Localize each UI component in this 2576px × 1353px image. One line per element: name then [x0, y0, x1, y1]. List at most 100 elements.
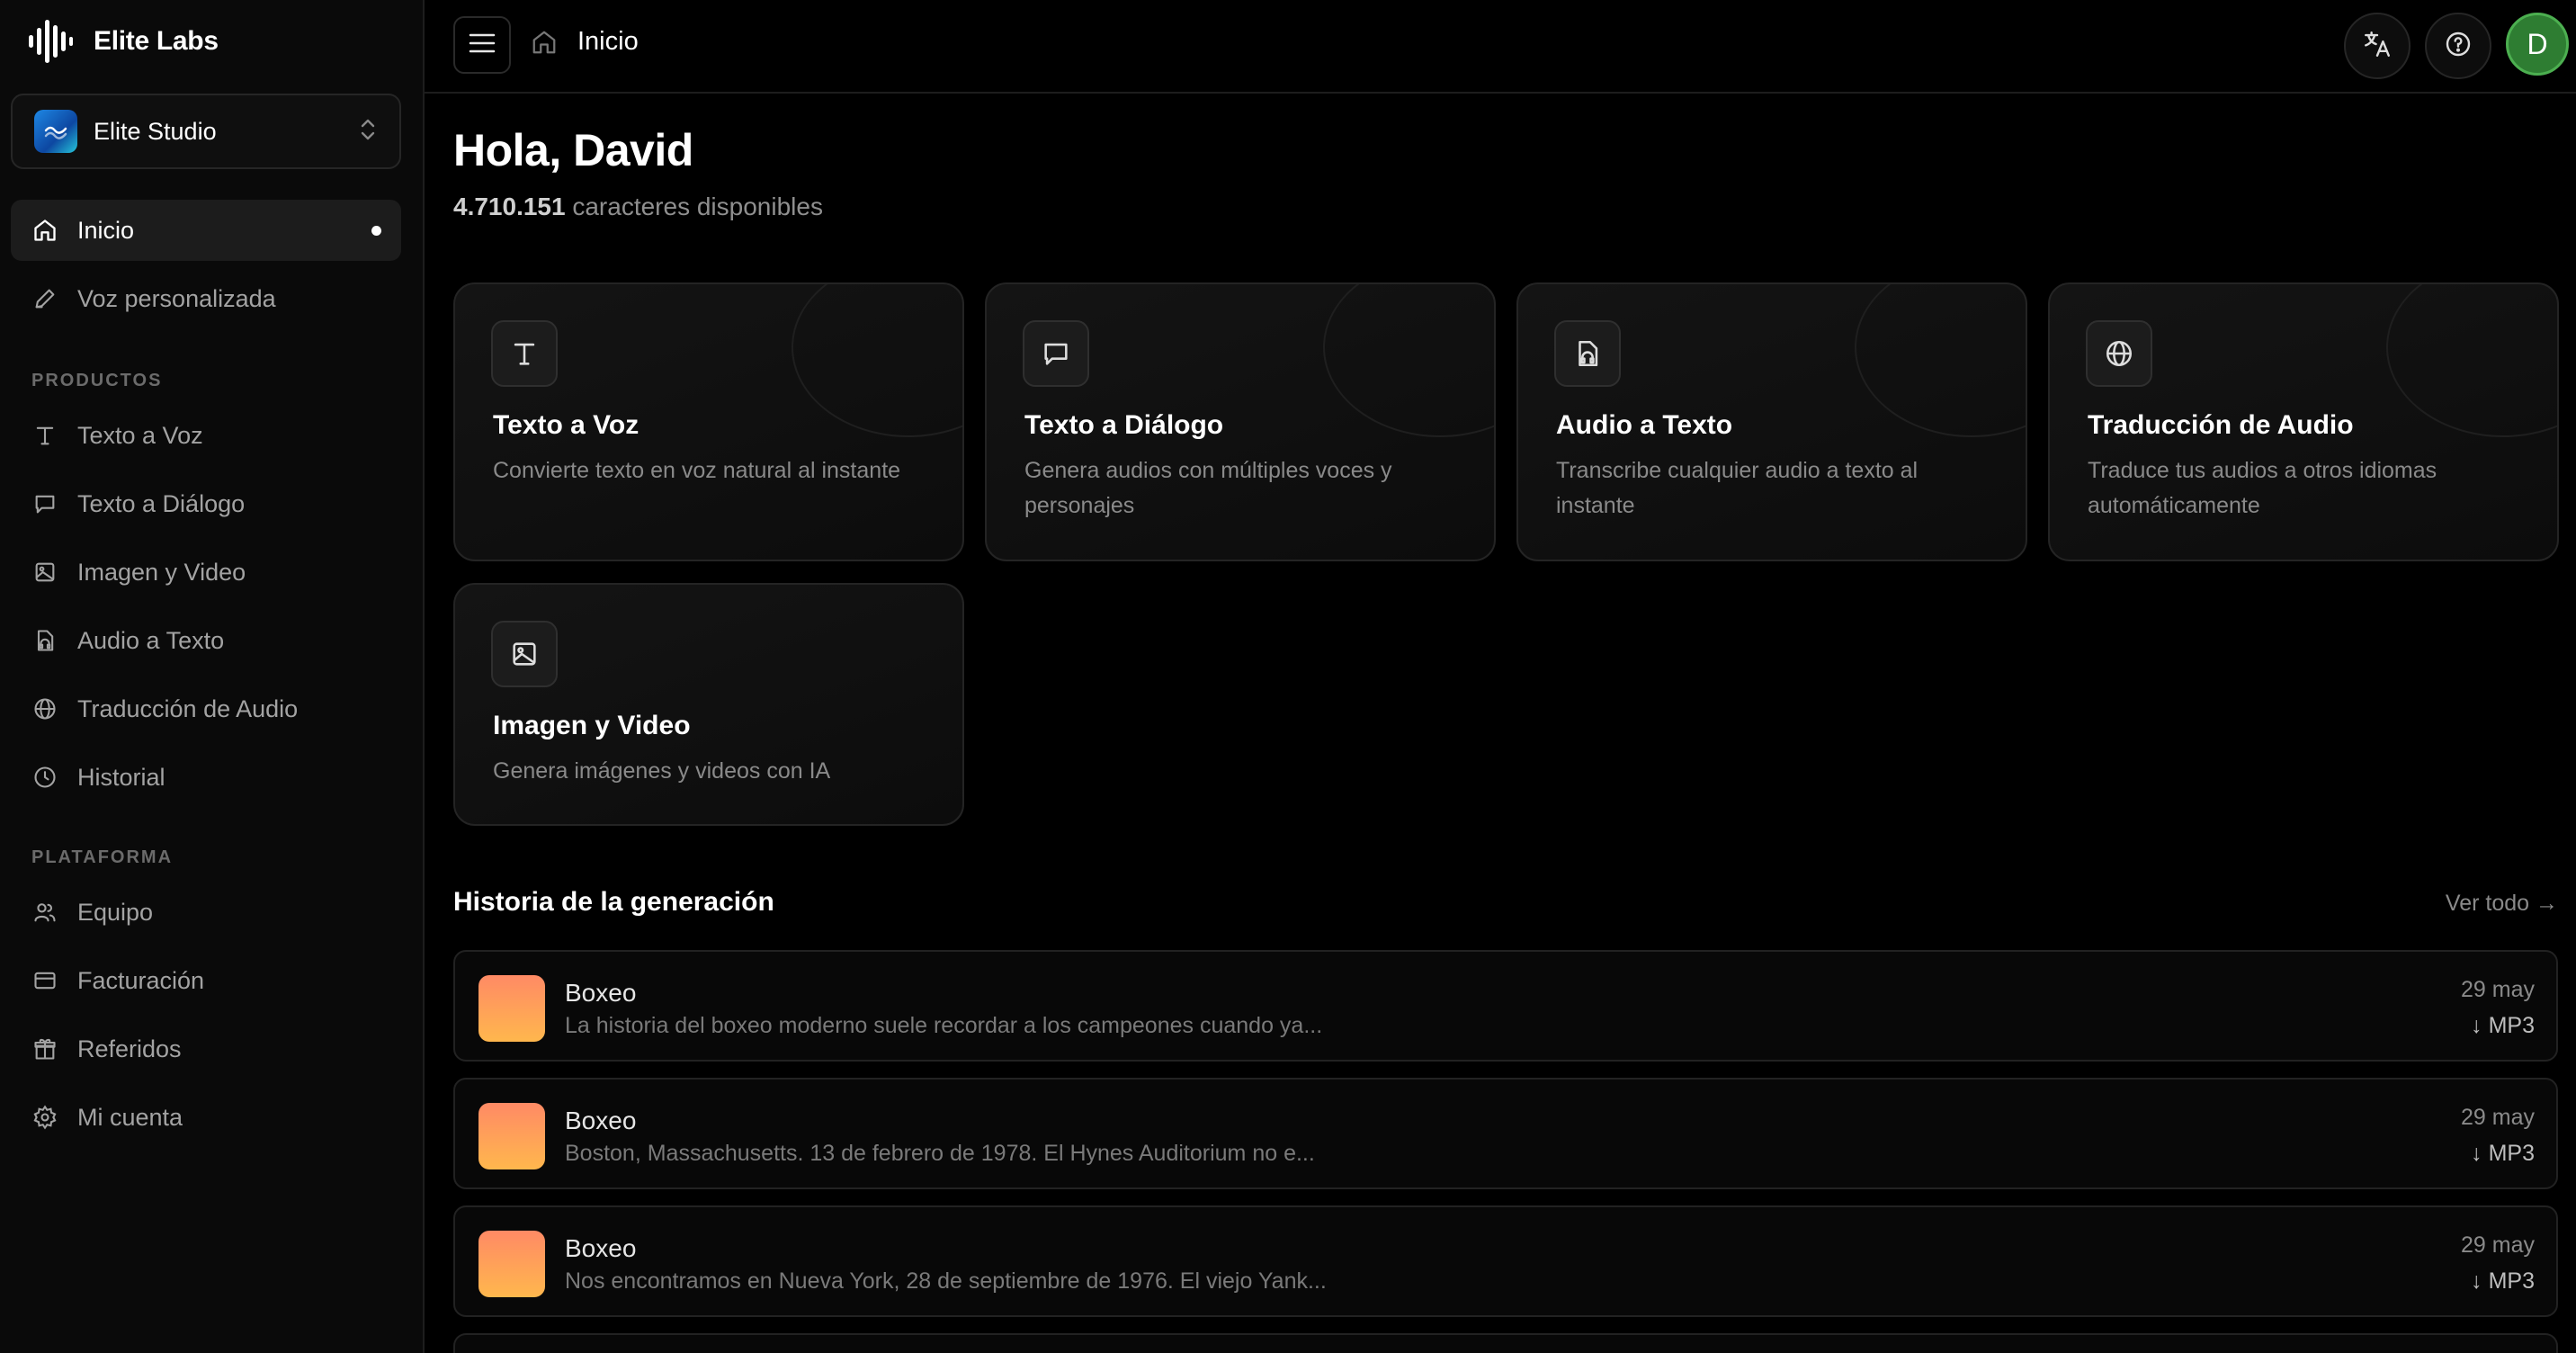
history-row[interactable]: Boxeo La historia del boxeo moderno suel…	[453, 950, 2558, 1062]
history-title: Historia de la generación	[453, 887, 774, 917]
history-row-excerpt: Boston, Massachusetts. 13 de febrero de …	[565, 1141, 1315, 1166]
sidebar-item-traduccion-de-audio[interactable]: Traducción de Audio	[11, 678, 401, 739]
hamburger-icon	[468, 31, 496, 59]
history-row-excerpt: La historia del boxeo moderno suele reco…	[565, 1013, 1323, 1038]
waveform-logo-icon	[25, 16, 76, 67]
brand[interactable]: Elite Labs	[25, 16, 219, 67]
history-row[interactable]: Boxeo Boston, Massachusetts. 13 de febre…	[453, 1078, 2558, 1189]
sidebar-item-voz-personalizada[interactable]: Voz personalizada	[11, 268, 401, 329]
download-mp3-button[interactable]: ↓ MP3	[2471, 1268, 2535, 1295]
card-description: Transcribe cualquier audio a texto al in…	[1556, 458, 1919, 518]
clock-icon	[31, 763, 59, 792]
card-title: Traducción de Audio	[2088, 410, 2354, 440]
card-description: Convierte texto en voz natural al instan…	[493, 458, 901, 483]
card-description: Traduce tus audios a otros idiomas autom…	[2088, 458, 2437, 518]
help-button[interactable]	[2425, 13, 2491, 79]
language-button[interactable]	[2344, 13, 2411, 79]
workspace-name: Elite Studio	[94, 117, 217, 145]
text-icon	[31, 421, 59, 450]
sidebar-item-label: Imagen y Video	[77, 558, 246, 586]
translate-icon	[2362, 29, 2393, 64]
card-decoration	[1855, 284, 2026, 437]
breadcrumb-home-icon[interactable]	[531, 29, 558, 60]
download-mp3-button[interactable]: ↓ MP3	[2471, 1141, 2535, 1167]
users-icon	[31, 898, 59, 927]
product-card-texto-a-dialogo[interactable]: Texto a Diálogo Genera audios con múltip…	[985, 282, 1496, 561]
app-root: Elite Labs Elite Studio Inicio Voz perso…	[0, 0, 2576, 1353]
help-icon	[2444, 30, 2473, 63]
sidebar-item-imagen-y-video[interactable]: Imagen y Video	[11, 542, 401, 603]
sidebar-item-texto-a-voz[interactable]: Texto a Voz	[11, 405, 401, 466]
history-row-excerpt: Nos encontramos en Nueva York, 28 de sep…	[565, 1268, 1327, 1294]
sidebar-item-label: Texto a Diálogo	[77, 489, 246, 517]
characters-label: caracteres disponibles	[572, 193, 823, 220]
audio-thumbnail	[479, 975, 545, 1042]
sidebar-item-inicio[interactable]: Inicio	[11, 200, 401, 261]
audio-file-icon	[31, 626, 59, 655]
sidebar-item-label: Mi cuenta	[77, 1103, 183, 1131]
card-decoration	[1323, 284, 1494, 437]
text-icon	[491, 320, 558, 387]
section-label-productos: PRODUCTOS	[31, 371, 163, 390]
home-icon	[31, 216, 59, 245]
sidebar-item-mi-cuenta[interactable]: Mi cuenta	[11, 1087, 401, 1148]
history-row-date: 29 may	[2461, 977, 2535, 1002]
sidebar-item-label: Equipo	[77, 898, 154, 926]
card-decoration	[2386, 284, 2557, 437]
section-label-plataforma: PLATAFORMA	[31, 847, 174, 867]
sidebar-item-texto-a-dialogo[interactable]: Texto a Diálogo	[11, 473, 401, 534]
active-indicator-dot	[371, 225, 381, 236]
product-card-texto-a-voz[interactable]: Texto a Voz Convierte texto en voz natur…	[453, 282, 964, 561]
product-card-audio-a-texto[interactable]: Audio a Texto Transcribe cualquier audio…	[1516, 282, 2027, 561]
credit-card-icon	[31, 966, 59, 995]
sidebar-item-facturacion[interactable]: Facturación	[11, 950, 401, 1011]
card-title: Audio a Texto	[1556, 410, 1733, 440]
image-icon	[491, 621, 558, 687]
sidebar-item-label: Texto a Voz	[77, 421, 203, 449]
audio-thumbnail	[479, 1103, 545, 1169]
product-card-traduccion-de-audio[interactable]: Traducción de Audio Traduce tus audios a…	[2048, 282, 2559, 561]
history-row-title: Boxeo	[565, 1234, 637, 1262]
card-description: Genera audios con múltiples voces y pers…	[1024, 458, 1392, 518]
globe-icon	[2086, 320, 2152, 387]
sidebar-item-historial[interactable]: Historial	[11, 747, 401, 808]
audio-file-icon	[1554, 320, 1621, 387]
card-decoration	[792, 284, 962, 437]
history-row-title: Boxeo	[565, 979, 637, 1007]
sidebar: Elite Labs Elite Studio Inicio Voz perso…	[0, 0, 425, 1353]
gift-icon	[31, 1035, 59, 1063]
chat-icon	[1023, 320, 1089, 387]
sidebar-item-label: Referidos	[77, 1035, 182, 1062]
history-row-partial[interactable]	[453, 1333, 2558, 1353]
sidebar-item-label: Historial	[77, 763, 165, 791]
gear-icon	[31, 1103, 59, 1132]
chat-icon	[31, 489, 59, 518]
chevron-up-down-icon	[358, 117, 378, 147]
user-avatar[interactable]: D	[2506, 13, 2569, 76]
history-row-date: 29 may	[2461, 1105, 2535, 1130]
card-title: Imagen y Video	[493, 711, 691, 740]
sidebar-item-equipo[interactable]: Equipo	[11, 882, 401, 943]
sidebar-item-label: Facturación	[77, 966, 205, 994]
menu-toggle-button[interactable]	[453, 16, 511, 74]
product-card-imagen-y-video[interactable]: Imagen y Video Genera imágenes y videos …	[453, 583, 964, 826]
audio-thumbnail	[479, 1231, 545, 1297]
history-row-title: Boxeo	[565, 1107, 637, 1134]
card-title: Texto a Diálogo	[1024, 410, 1224, 440]
page-greeting: Hola, David	[453, 125, 693, 175]
pen-icon	[31, 284, 59, 313]
history-row-date: 29 may	[2461, 1232, 2535, 1258]
sidebar-item-referidos[interactable]: Referidos	[11, 1018, 401, 1080]
sidebar-item-label: Inicio	[77, 216, 135, 244]
download-mp3-button[interactable]: ↓ MP3	[2471, 1013, 2535, 1039]
characters-available: 4.710.151 caracteres disponibles	[453, 193, 823, 221]
sidebar-item-audio-a-texto[interactable]: Audio a Texto	[11, 610, 401, 671]
history-row[interactable]: Boxeo Nos encontramos en Nueva York, 28 …	[453, 1205, 2558, 1317]
view-all-link[interactable]: Ver todo →	[2446, 891, 2558, 917]
card-title: Texto a Voz	[493, 410, 640, 440]
main-content: Inicio D Hola, David 4.710.151 caractere…	[425, 0, 2576, 1353]
sidebar-item-label: Audio a Texto	[77, 626, 225, 654]
workspace-switcher[interactable]: Elite Studio	[11, 94, 401, 169]
sidebar-item-label: Traducción de Audio	[77, 694, 299, 722]
top-bar: Inicio D	[425, 0, 2576, 94]
